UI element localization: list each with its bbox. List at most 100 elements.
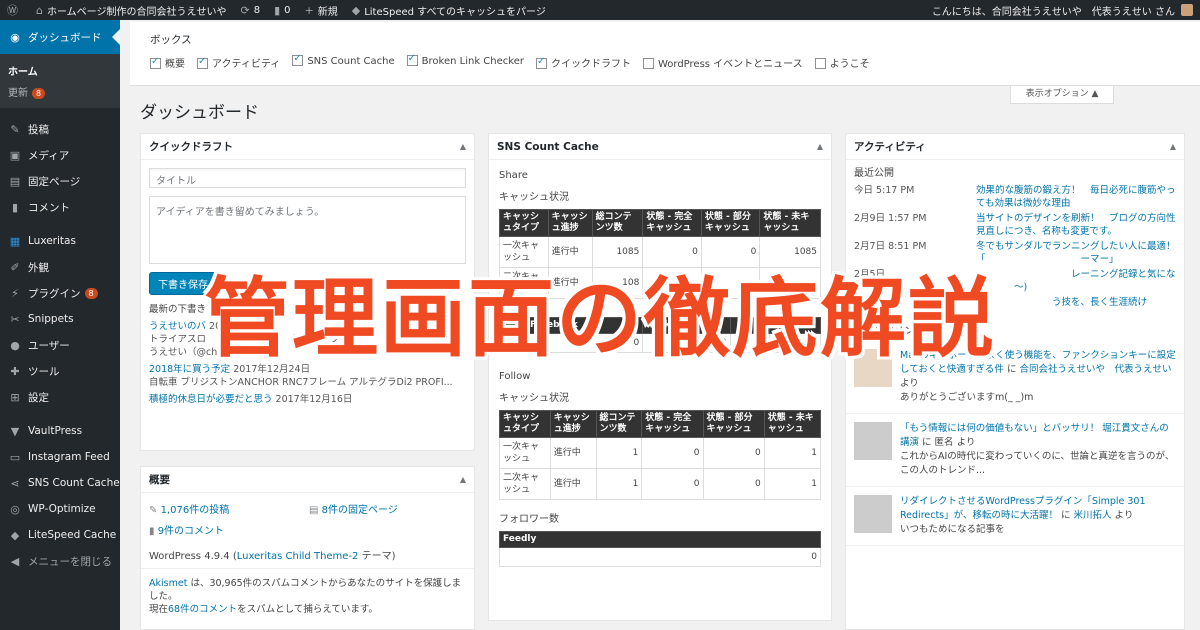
submenu-updates[interactable]: 更新 8 <box>0 81 120 102</box>
dashboard-icon: ◉ <box>10 30 20 44</box>
checkbox-checked-icon <box>292 53 304 66</box>
akismet-link[interactable]: Akismet <box>149 578 187 589</box>
spam-queue-text: をスパムとして捕らえています。 <box>237 604 378 615</box>
toggle-arrow-icon[interactable]: ▲ <box>1170 142 1176 151</box>
draft-title-input[interactable]: タイトル <box>149 168 466 188</box>
overview-box: 概要 ▲ ✎ 1,076件の投稿 ▤ 8件の固定ページ ▮ 9件のコメント Wor… <box>140 466 475 630</box>
sidebar-label: Instagram Feed <box>28 451 110 463</box>
sidebar-item-pages[interactable]: ▤ 固定ページ <box>0 168 120 194</box>
sidebar-item-vaultpress[interactable]: ▼ VaultPress <box>0 418 120 444</box>
activity-box: アクティビティ ▲ 最近公開 今日 5:17 PM 効果的な腹筋の鍛え方！ 毎日必死… <box>845 133 1185 630</box>
overlay-headline: 管理画面の徹底解説 <box>204 269 996 369</box>
my-account-link[interactable]: こんにちは、合同会社うえせいや 代表うえせい さん <box>925 0 1200 20</box>
sidebar-item-wp-optimize[interactable]: ◎ WP-Optimize <box>0 496 120 522</box>
checkbox-broken-link-checker[interactable]: Broken Link Checker <box>406 53 524 70</box>
checkbox-events-news[interactable]: WordPress イベントとニュース <box>642 55 803 70</box>
table-cell: 進行中 <box>549 437 597 469</box>
comment-icon: ▮ <box>149 526 158 537</box>
checkbox-label: クイックドラフト <box>550 59 631 70</box>
sidebar-label: VaultPress <box>28 425 83 437</box>
spam-queue-link[interactable]: 68件のコメント <box>168 604 237 615</box>
home-icon: ⌂ <box>36 3 43 17</box>
list-item: 2月9日 1:57 PM 当サイトのデザインを刷新！ ブログの方向性見直しにつき、… <box>846 211 1184 239</box>
checkbox-unchecked-icon <box>814 58 826 69</box>
comment-meta: より <box>1111 510 1134 521</box>
sidebar-item-posts[interactable]: ✎ 投稿 <box>0 116 120 142</box>
plus-icon: + <box>304 3 314 17</box>
admin-bar: Ⓦ ⌂ ホームページ制作の合同会社うえせいや ⟳ 8 ▮ 0 + 新規 ◆ LiteSpe… <box>0 0 1200 20</box>
table-header: 状態 - 完全キャッシュ <box>641 410 704 438</box>
sidebar-label: 固定ページ <box>28 175 81 188</box>
toggle-arrow-icon[interactable]: ▲ <box>460 475 466 484</box>
sidebar-label: 投稿 <box>28 123 49 136</box>
sidebar-label: ダッシュボード <box>28 31 102 44</box>
toggle-arrow-icon[interactable]: ▲ <box>817 142 823 151</box>
table-cell: 0 <box>702 468 765 500</box>
recent-published-heading: 最近公開 <box>854 168 894 179</box>
checkbox-overview[interactable]: 概要 <box>150 55 185 70</box>
new-content-link[interactable]: + 新規 <box>298 0 345 20</box>
sidebar-item-dashboard[interactable]: ◉ ダッシュボード <box>0 20 120 54</box>
checkbox-checked-icon <box>197 56 208 69</box>
sidebar-item-litespeed[interactable]: ◆ LiteSpeed Cache <box>0 522 120 548</box>
screen-options-panel: ボックス 概要 アクティビティ SNS Count Cache Broken L… <box>130 22 1200 86</box>
item-date: 2月9日 1:57 PM <box>854 213 927 224</box>
avatar <box>854 495 892 533</box>
posts-count-link[interactable]: 1,076件の投稿 <box>161 505 230 516</box>
comment-meta: に <box>1057 510 1074 521</box>
dashboard-submenu: ホーム 更新 8 <box>0 54 120 108</box>
refresh-icon: ⟳ <box>240 3 250 17</box>
comment-author-link[interactable]: 米川拓人 <box>1074 510 1112 521</box>
checkbox-label: 概要 <box>165 59 185 70</box>
settings-icon: ⊞ <box>10 390 20 404</box>
post-link[interactable]: 効果的な腹筋の鍛え方！ 毎日必死に腹筋やっても効果は微妙な理由 <box>976 184 1176 210</box>
draft-link[interactable]: 積極的休息日が必要だと思う <box>149 394 273 405</box>
site-name-link[interactable]: ⌂ ホームページ制作の合同会社うえせいや <box>29 0 233 20</box>
updates-link[interactable]: ⟳ 8 <box>233 0 267 20</box>
share-heading: Share <box>499 170 528 181</box>
sidebar-item-instagram[interactable]: ▭ Instagram Feed <box>0 444 120 470</box>
table-row: 二次キャッシュ 進行中 1 0 0 1 <box>499 468 822 500</box>
pages-count-link[interactable]: 8件の固定ページ <box>322 505 398 516</box>
table-header: 総コンテンツ数 <box>591 209 644 237</box>
grid-icon: ▦ <box>9 234 21 248</box>
litespeed-icon: ◆ <box>10 528 20 542</box>
sidebar-item-comments[interactable]: ▮ コメント <box>0 194 120 220</box>
comments-link[interactable]: ▮ 0 <box>267 0 297 20</box>
theme-suffix: テーマ) <box>358 551 396 562</box>
sidebar-item-settings[interactable]: ⊞ 設定 <box>0 384 120 410</box>
collapse-menu-button[interactable]: ◀ メニューを閉じる <box>0 548 120 574</box>
cache-status-heading: キャッシュ状況 <box>499 393 569 404</box>
screen-options-title: ボックス <box>150 34 192 46</box>
checkbox-checked-icon <box>535 56 547 69</box>
checkbox-welcome[interactable]: ようこそ <box>814 55 870 70</box>
sidebar-item-media[interactable]: ▣ メディア <box>0 142 120 168</box>
wp-logo-button[interactable]: Ⓦ <box>0 0 29 20</box>
greeting-text: こんにちは、合同会社うえせいや 代表うえせい さん <box>931 6 1175 18</box>
table-cell: 1 <box>595 468 643 500</box>
screen-options-button[interactable]: 表示オプション ▲ <box>1010 86 1114 104</box>
pin-icon: ✎ <box>149 505 161 516</box>
table-cell: 1 <box>763 468 822 500</box>
checkbox-label: SNS Count Cache <box>307 56 395 67</box>
submenu-home[interactable]: ホーム <box>0 60 120 81</box>
sidebar-label: LiteSpeed Cache <box>28 529 117 541</box>
checkbox-quick-draft[interactable]: クイックドラフト <box>535 55 631 70</box>
cache-status-heading: キャッシュ状況 <box>499 192 569 203</box>
box-title: クイックドラフト <box>149 141 233 153</box>
table-header: キャッシュ進捗 <box>547 209 593 237</box>
litespeed-purge-link[interactable]: ◆ LiteSpeed すべてのキャッシュをパージ <box>345 0 553 20</box>
sidebar-item-sns-count-cache[interactable]: ⋖ SNS Count Cache <box>0 470 120 496</box>
table-header: 総コンテンツ数 <box>595 410 643 438</box>
comment-icon: ▮ <box>274 3 281 17</box>
spam-queue-text: 現在 <box>149 604 169 615</box>
table-cell: 0 <box>641 468 704 500</box>
checkbox-sns-count-cache[interactable]: SNS Count Cache <box>292 53 395 70</box>
checkbox-activity[interactable]: アクティビティ <box>197 55 280 70</box>
wp-version: WordPress 4.9.4 ( <box>149 551 237 562</box>
table-header: Feedly <box>499 531 821 548</box>
post-link[interactable]: 当サイトのデザインを刷新！ ブログの方向性見直しにつき、名称も変更です。 <box>976 212 1176 238</box>
comments-count-link[interactable]: 9件のコメント <box>158 526 224 537</box>
toggle-arrow-icon[interactable]: ▲ <box>460 142 466 151</box>
theme-link[interactable]: Luxeritas Child Theme-2 <box>237 551 359 562</box>
